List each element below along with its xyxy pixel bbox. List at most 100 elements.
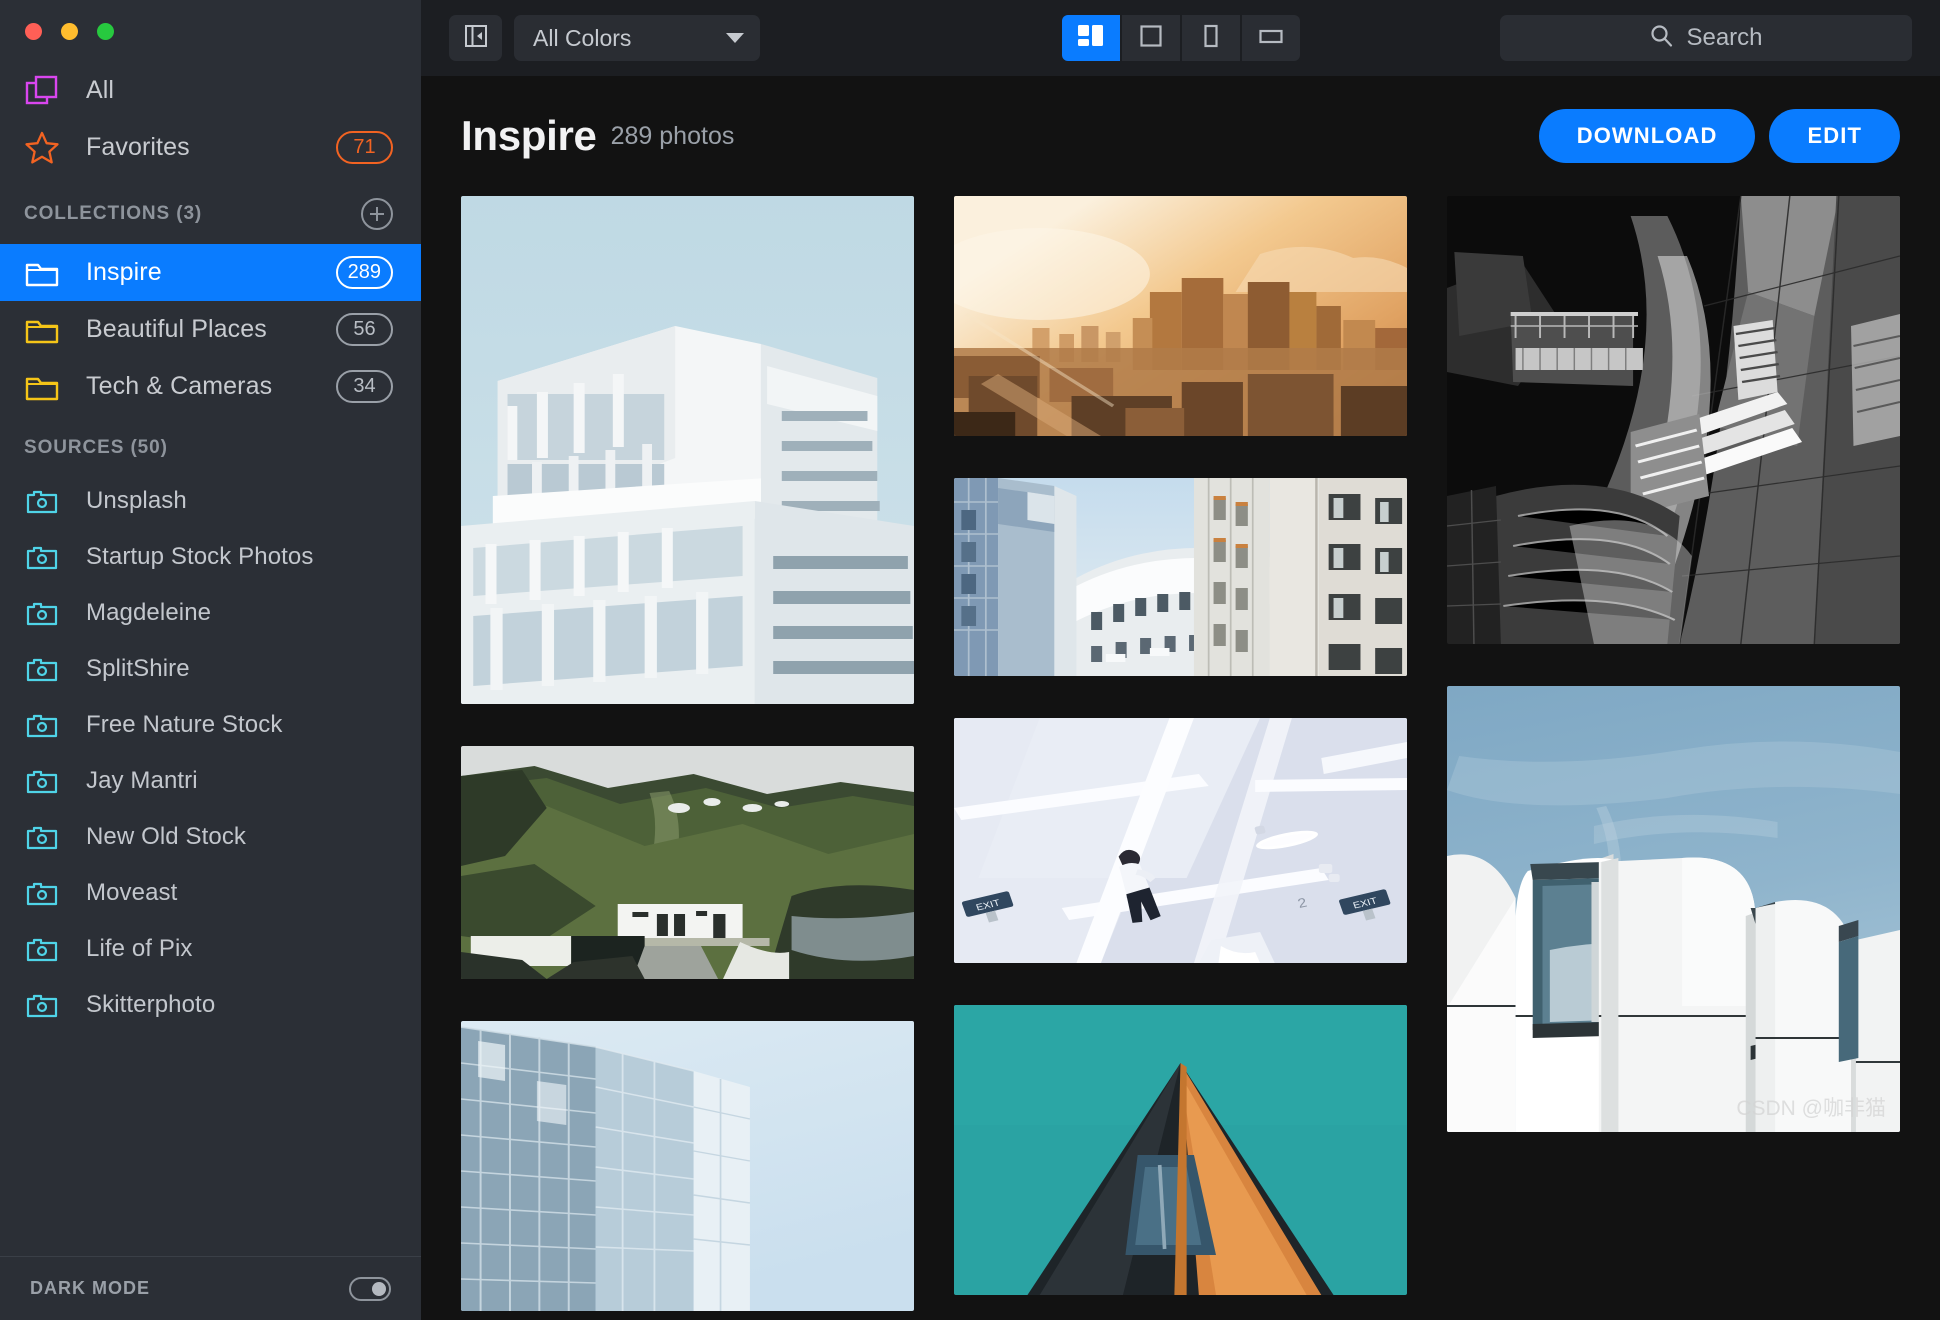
sidebar-item-moveast[interactable]: Moveast: [0, 865, 421, 921]
camera-icon: [24, 483, 60, 519]
collection-count-badge: 289: [336, 256, 393, 289]
view-mode-square-button[interactable]: [1122, 15, 1180, 61]
sidebar-item-label: Jay Mantri: [86, 767, 393, 795]
sidebar-item-beautiful-places[interactable]: Beautiful Places 56: [0, 301, 421, 358]
camera-icon: [24, 595, 60, 631]
dark-mode-row: DARK MODE: [0, 1256, 421, 1320]
sidebar-item-label: Unsplash: [86, 487, 393, 515]
sidebar-item-label: Inspire: [86, 258, 336, 287]
sidebar: All Favorites 71 COLLECTIONS (3): [0, 0, 421, 1320]
search-input[interactable]: Search: [1500, 15, 1912, 61]
view-mode-landscape-button[interactable]: [1242, 15, 1300, 61]
edit-button[interactable]: EDIT: [1769, 109, 1900, 163]
chevron-down-icon: [726, 33, 744, 43]
sidebar-item-label: Beautiful Places: [86, 315, 336, 344]
photo-glass-facade-building[interactable]: [461, 1021, 914, 1311]
color-filter-select[interactable]: All Colors: [514, 15, 760, 61]
view-mode-group: [1062, 15, 1300, 61]
photo-green-valley-pool[interactable]: [461, 746, 914, 979]
collection-header: Inspire 289 photos DOWNLOAD EDIT: [421, 76, 1940, 196]
photo-column-2: EXIT EXIT 2: [954, 196, 1407, 1320]
toolbar: All Colors: [421, 0, 1940, 76]
sidebar-item-label: Tech & Cameras: [86, 372, 336, 401]
app-window: All Favorites 71 COLLECTIONS (3): [0, 0, 1940, 1320]
folder-icon: [24, 255, 60, 291]
sidebar-item-skitterphoto[interactable]: Skitterphoto: [0, 977, 421, 1033]
photo-sunset-cityscape[interactable]: [954, 196, 1407, 436]
sidebar-item-label: SplitShire: [86, 655, 393, 683]
zoom-window-button[interactable]: [97, 23, 114, 40]
search-placeholder: Search: [1686, 24, 1762, 52]
sidebar-item-label: Moveast: [86, 879, 393, 907]
masonry-grid-icon: [1077, 23, 1105, 54]
sidebar-item-label: All: [86, 76, 393, 105]
camera-icon: [24, 707, 60, 743]
sidebar-item-label: Magdeleine: [86, 599, 393, 627]
stacked-squares-icon: [24, 73, 60, 109]
sidebar-item-magdeleine[interactable]: Magdeleine: [0, 585, 421, 641]
sidebar-item-new-old-stock[interactable]: New Old Stock: [0, 809, 421, 865]
sources-section-header: SOURCES (50): [0, 415, 421, 473]
collection-count-badge: 34: [336, 370, 393, 403]
sidebar-item-life-of-pix[interactable]: Life of Pix: [0, 921, 421, 977]
view-mode-portrait-button[interactable]: [1182, 15, 1240, 61]
favorites-count-badge: 71: [336, 131, 393, 164]
photo-count-text: 289 photos: [611, 122, 735, 151]
sidebar-item-label: Favorites: [86, 133, 336, 162]
sidebar-item-inspire[interactable]: Inspire 289: [0, 244, 421, 301]
view-mode-masonry-button[interactable]: [1062, 15, 1120, 61]
sidebar-item-unsplash[interactable]: Unsplash: [0, 473, 421, 529]
header-actions: DOWNLOAD EDIT: [1539, 109, 1900, 163]
sidebar-item-all[interactable]: All: [0, 62, 421, 119]
close-window-button[interactable]: [25, 23, 42, 40]
camera-icon: [24, 819, 60, 855]
collection-count-badge: 56: [336, 313, 393, 346]
folder-icon: [24, 369, 60, 405]
sidebar-item-splitshire[interactable]: SplitShire: [0, 641, 421, 697]
camera-icon: [24, 987, 60, 1023]
sidebar-item-startup-stock-photos[interactable]: Startup Stock Photos: [0, 529, 421, 585]
sidebar-item-favorites[interactable]: Favorites 71: [0, 119, 421, 176]
landscape-rect-icon: [1258, 23, 1284, 54]
photo-white-interior-person[interactable]: EXIT EXIT 2: [954, 718, 1407, 963]
minimize-window-button[interactable]: [61, 23, 78, 40]
sidebar-item-jay-mantri[interactable]: Jay Mantri: [0, 753, 421, 809]
collections-section-header: COLLECTIONS (3): [0, 176, 421, 244]
sidebar-item-label: Skitterphoto: [86, 991, 393, 1019]
download-button[interactable]: DOWNLOAD: [1539, 109, 1756, 163]
sidebar-item-tech-and-cameras[interactable]: Tech & Cameras 34: [0, 358, 421, 415]
panel-collapse-icon: [463, 23, 489, 54]
sidebar-item-free-nature-stock[interactable]: Free Nature Stock: [0, 697, 421, 753]
search-icon: [1649, 23, 1674, 53]
sidebar-item-label: Startup Stock Photos: [86, 543, 393, 571]
photo-bauhaus-white-arches[interactable]: CSDN @咖非猫: [1447, 686, 1900, 1132]
window-traffic-lights: [0, 0, 421, 48]
folder-icon: [24, 312, 60, 348]
photo-teal-orange-roof[interactable]: [954, 1005, 1407, 1295]
sources-header-label: SOURCES (50): [24, 437, 168, 459]
camera-icon: [24, 763, 60, 799]
main-content: All Colors: [421, 0, 1940, 1320]
add-collection-button[interactable]: [361, 198, 393, 230]
dark-mode-label: DARK MODE: [30, 1278, 150, 1299]
star-icon: [24, 130, 60, 166]
camera-icon: [24, 539, 60, 575]
square-icon: [1138, 23, 1164, 54]
camera-icon: [24, 931, 60, 967]
color-filter-value: All Colors: [533, 25, 726, 52]
photo-curved-office-buildings[interactable]: [954, 478, 1407, 676]
sidebar-item-label: Free Nature Stock: [86, 711, 393, 739]
portrait-rect-icon: [1198, 23, 1224, 54]
photo-white-modern-building[interactable]: [461, 196, 914, 704]
camera-icon: [24, 875, 60, 911]
sidebar-item-label: New Old Stock: [86, 823, 393, 851]
sidebar-toggle-button[interactable]: [449, 15, 502, 61]
page-title: Inspire: [461, 112, 597, 160]
photo-grid: EXIT EXIT 2: [421, 196, 1940, 1320]
dark-mode-toggle[interactable]: [349, 1277, 391, 1301]
photo-column-1: [461, 196, 914, 1320]
photo-column-3: CSDN @咖非猫: [1447, 196, 1900, 1320]
sidebar-item-label: Life of Pix: [86, 935, 393, 963]
sidebar-scroll-area: All Favorites 71 COLLECTIONS (3): [0, 48, 421, 1256]
photo-bw-abstract-architecture[interactable]: [1447, 196, 1900, 644]
